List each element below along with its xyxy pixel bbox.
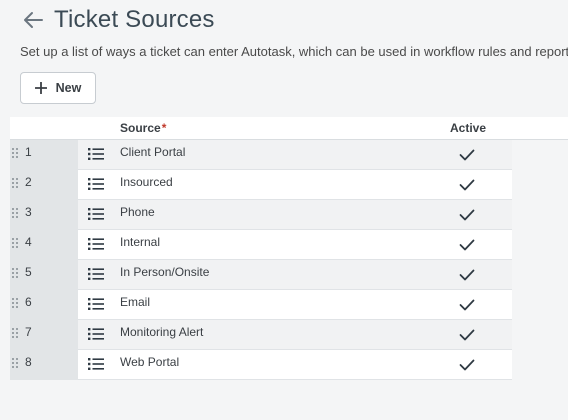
list-menu-icon[interactable]: [88, 177, 104, 191]
row-number: 3: [25, 205, 32, 219]
new-button-label: New: [55, 81, 82, 95]
table-row[interactable]: 6 Email: [10, 290, 512, 320]
row-number: 8: [25, 355, 32, 369]
table-row[interactable]: 7 Monitoring Alert: [10, 320, 512, 350]
row-number-cell: 6: [10, 290, 78, 320]
source-name: Client Portal: [120, 145, 186, 159]
row-body: In Person/Onsite: [78, 260, 512, 290]
list-menu-icon[interactable]: [88, 297, 104, 311]
checkmark-icon: [459, 178, 475, 191]
table-row[interactable]: 3 Phone: [10, 200, 512, 230]
source-name: Internal: [120, 235, 161, 249]
checkmark-icon: [459, 268, 475, 281]
page-title: Ticket Sources: [54, 6, 215, 33]
row-body: Internal: [78, 230, 512, 260]
row-number: 7: [25, 325, 32, 339]
table-row[interactable]: 4 Internal: [10, 230, 512, 260]
source-name: Monitoring Alert: [120, 325, 204, 339]
table-row[interactable]: 2 Insourced: [10, 170, 512, 200]
list-menu-icon[interactable]: [88, 237, 104, 251]
plus-icon: [34, 82, 47, 94]
table-row[interactable]: 1 Client Portal: [10, 140, 512, 170]
checkmark-icon: [459, 358, 475, 371]
source-name: In Person/Onsite: [120, 265, 210, 279]
page-description: Set up a list of ways a ticket can enter…: [20, 44, 568, 59]
drag-handle-icon[interactable]: [12, 208, 18, 220]
row-number-cell: 4: [10, 230, 78, 260]
row-number-cell: 8: [10, 350, 78, 380]
checkmark-icon: [459, 148, 475, 161]
column-header-source[interactable]: Source*: [120, 121, 166, 135]
row-number: 6: [25, 295, 32, 309]
drag-handle-icon[interactable]: [12, 238, 18, 250]
source-name: Web Portal: [120, 355, 180, 369]
row-body: Web Portal: [78, 350, 512, 380]
new-button[interactable]: New: [20, 72, 96, 104]
page-header: Ticket Sources: [22, 6, 215, 34]
row-number: 4: [25, 235, 32, 249]
grid-header: Source* Active: [10, 117, 568, 140]
row-body: Monitoring Alert: [78, 320, 512, 350]
row-body: Phone: [78, 200, 512, 230]
source-name: Email: [120, 295, 151, 309]
table-row[interactable]: 8 Web Portal: [10, 350, 512, 380]
drag-handle-icon[interactable]: [12, 148, 18, 160]
source-name: Phone: [120, 205, 155, 219]
source-name: Insourced: [120, 175, 173, 189]
list-menu-icon[interactable]: [88, 357, 104, 371]
row-number: 2: [25, 175, 32, 189]
drag-handle-icon[interactable]: [12, 358, 18, 370]
column-header-active[interactable]: Active: [450, 121, 486, 135]
list-menu-icon[interactable]: [88, 327, 104, 341]
checkmark-icon: [459, 208, 475, 221]
row-body: Client Portal: [78, 140, 512, 170]
column-header-source-label: Source: [120, 121, 161, 135]
checkmark-icon: [459, 328, 475, 341]
row-body: Email: [78, 290, 512, 320]
row-number-cell: 1: [10, 140, 78, 170]
drag-handle-icon[interactable]: [12, 298, 18, 310]
list-menu-icon[interactable]: [88, 207, 104, 221]
list-menu-icon[interactable]: [88, 147, 104, 161]
drag-handle-icon[interactable]: [12, 268, 18, 280]
checkmark-icon: [459, 298, 475, 311]
row-body: Insourced: [78, 170, 512, 200]
row-number-cell: 3: [10, 200, 78, 230]
drag-handle-icon[interactable]: [12, 328, 18, 340]
ticket-sources-grid: 1 Client Portal 2 Insourced 3 Phone 4 Internal 5…: [10, 140, 512, 380]
list-menu-icon[interactable]: [88, 267, 104, 281]
drag-handle-icon[interactable]: [12, 178, 18, 190]
row-number: 5: [25, 265, 32, 279]
row-number: 1: [25, 145, 32, 159]
checkmark-icon: [459, 238, 475, 251]
arrow-left-icon[interactable]: [22, 9, 44, 31]
row-number-cell: 2: [10, 170, 78, 200]
required-marker: *: [161, 121, 167, 135]
row-number-cell: 5: [10, 260, 78, 290]
row-number-cell: 7: [10, 320, 78, 350]
table-row[interactable]: 5 In Person/Onsite: [10, 260, 512, 290]
